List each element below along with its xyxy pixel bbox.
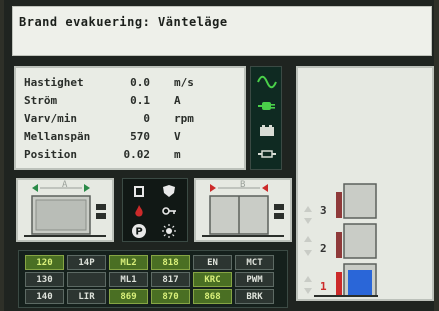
io-cell: 818 <box>151 255 190 270</box>
floor-number: 2 <box>320 242 327 255</box>
elevator-controller-screen: Brand evakuering: Vänteläge Hastighet 0.… <box>4 0 434 311</box>
io-cell: KRC <box>193 272 232 287</box>
reading-speed: Hastighet 0.0 m/s <box>24 76 242 92</box>
io-cell: 817 <box>151 272 190 287</box>
io-cell: 868 <box>193 289 232 304</box>
reading-unit: V <box>174 130 181 143</box>
door-b-panel[interactable]: B <box>194 178 292 242</box>
safety-icons-panel: P <box>122 178 188 242</box>
light-icon <box>161 223 177 239</box>
io-cell: PWM <box>235 272 274 287</box>
reading-unit: m/s <box>174 76 194 89</box>
io-cell: BRK <box>235 289 274 304</box>
status-header: Brand evakuering: Vänteläge <box>12 6 432 56</box>
shaft-diagram <box>304 183 378 297</box>
page-title: Brand evakuering: Vänteläge <box>19 15 228 29</box>
reading-label: Position <box>24 148 77 161</box>
key-icon <box>161 203 177 219</box>
car-icon <box>348 270 372 296</box>
io-cell <box>67 272 106 287</box>
io-cell: EN <box>193 255 232 270</box>
reading-dc-link: Mellanspän 570 V <box>24 130 242 146</box>
door-a-panel[interactable]: A <box>16 178 114 242</box>
elevator-shaft-panel: 3 2 1 <box>296 66 434 301</box>
reading-value: 0.1 <box>130 94 150 107</box>
door-icon <box>131 183 147 199</box>
reading-value: 0.0 <box>130 76 150 89</box>
reading-unit: A <box>174 94 181 107</box>
reading-rpm: Varv/min 0 rpm <box>24 112 242 128</box>
power-status-column <box>250 66 282 170</box>
io-cell: 870 <box>151 289 190 304</box>
reading-label: Varv/min <box>24 112 77 125</box>
io-cell: 869 <box>109 289 148 304</box>
door-label: A <box>62 180 68 190</box>
reading-unit: rpm <box>174 112 194 125</box>
io-cell: 140 <box>25 289 64 304</box>
svg-text:P: P <box>135 227 142 238</box>
reading-value: 0 <box>143 112 150 125</box>
io-cell: 14P <box>67 255 106 270</box>
floor-number: 3 <box>320 204 327 217</box>
io-cell: ML1 <box>109 272 148 287</box>
reading-value: 0.02 <box>123 148 151 161</box>
io-cell: 130 <box>25 272 64 287</box>
reading-label: Ström <box>24 94 58 107</box>
sine-wave-icon <box>257 73 277 91</box>
io-cell: 120 <box>25 255 64 270</box>
io-status-grid: 120 14P ML2 818 EN MCT 130 ML1 817 KRC P… <box>18 250 288 308</box>
reading-unit: m <box>174 148 181 161</box>
plug-icon <box>257 97 277 115</box>
reading-label: Hastighet <box>24 76 84 89</box>
readings-panel: Hastighet 0.0 m/s Ström 0.1 A Varv/min 0… <box>14 66 246 170</box>
shield-icon <box>161 183 177 199</box>
battery-icon <box>257 121 277 139</box>
io-cell: MCT <box>235 255 274 270</box>
parking-icon: P <box>131 223 147 239</box>
reading-label: Mellanspän <box>24 130 91 143</box>
floor-number: 1 <box>320 280 327 293</box>
io-cell: ML2 <box>109 255 148 270</box>
reading-current: Ström 0.1 A <box>24 94 242 110</box>
reading-value: 570 <box>130 130 150 143</box>
reading-position: Position 0.02 m <box>24 148 242 164</box>
io-cell: LIR <box>67 289 106 304</box>
connector-icon <box>257 145 277 163</box>
door-label: B <box>240 180 246 190</box>
fire-icon <box>131 203 147 219</box>
